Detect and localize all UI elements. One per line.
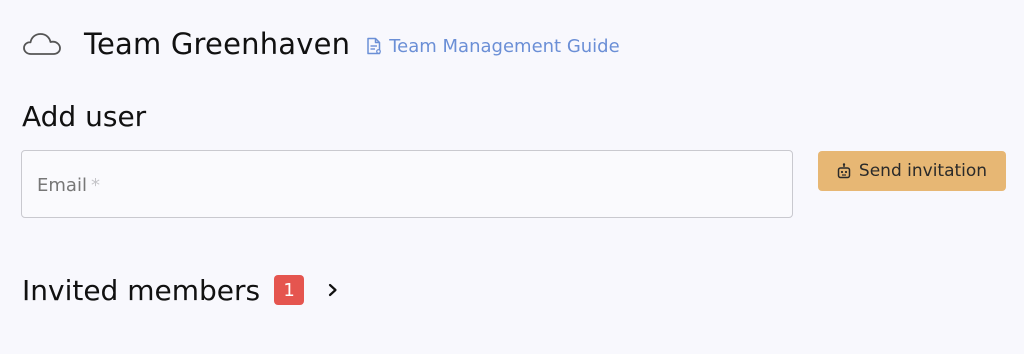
guide-link-label: Team Management Guide xyxy=(389,35,620,57)
add-user-heading: Add user xyxy=(22,100,147,133)
email-field[interactable]: Email * xyxy=(21,150,793,218)
team-management-guide-link[interactable]: Team Management Guide xyxy=(366,35,620,57)
document-icon xyxy=(366,37,382,55)
invited-count-badge: 1 xyxy=(274,275,305,305)
team-name-title: Team Greenhaven xyxy=(84,27,351,61)
email-input[interactable] xyxy=(22,151,792,217)
cloud-icon xyxy=(22,31,62,57)
invited-members-heading: Invited members xyxy=(22,273,261,307)
send-invitation-button[interactable]: Send invitation xyxy=(818,151,1006,191)
send-invitation-label: Send invitation xyxy=(858,161,988,181)
page-header: Team Greenhaven Team Management Guide xyxy=(22,24,620,64)
robot-icon xyxy=(837,163,851,179)
team-page: Team Greenhaven Team Management Guide Ad… xyxy=(0,0,1024,354)
invited-members-toggle[interactable]: Invited members 1 xyxy=(22,270,340,310)
chevron-right-icon[interactable] xyxy=(326,281,340,299)
